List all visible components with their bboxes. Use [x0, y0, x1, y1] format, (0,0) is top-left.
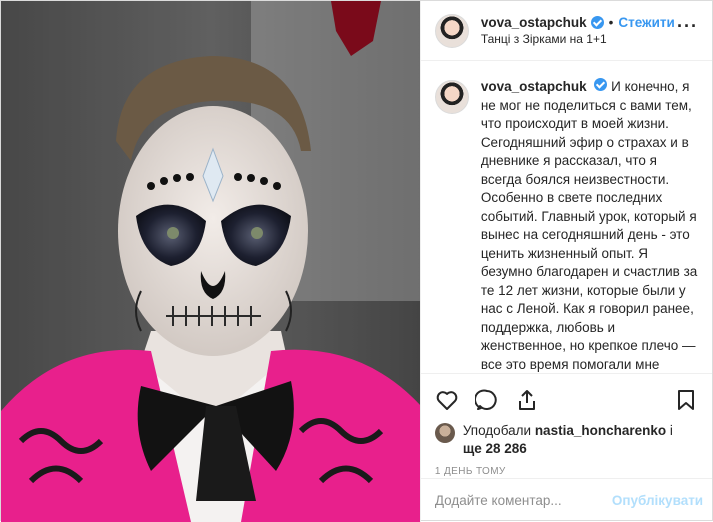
- post-header: vova_ostapchuk • Стежити Танці з Зірками…: [420, 1, 712, 61]
- separator-dot: •: [608, 14, 614, 30]
- caption-text: И конечно, я не мог не поделиться с вами…: [480, 79, 698, 372]
- post-photo[interactable]: [1, 1, 420, 522]
- author-avatar[interactable]: [434, 13, 469, 48]
- comment-input[interactable]: [434, 493, 612, 508]
- likes-count[interactable]: ще 28 286: [463, 441, 527, 456]
- likes-conj: і: [669, 423, 673, 438]
- caption-body: vova_ostapchuk И конечно, я не мог не по…: [481, 78, 698, 372]
- caption-username[interactable]: vova_ostapchuk: [481, 79, 587, 94]
- likes-summary: Уподобали nastia_honcharenko і ще 28 286: [434, 422, 698, 458]
- liker-avatar[interactable]: [434, 423, 455, 443]
- post-photo-image: [1, 1, 420, 522]
- caption-verified-badge-icon: [594, 78, 608, 91]
- post-actions: Уподобали nastia_honcharenko і ще 28 286…: [420, 373, 712, 478]
- follow-button[interactable]: Стежити: [618, 14, 674, 31]
- share-icon[interactable]: [515, 388, 539, 412]
- author-username[interactable]: vova_ostapchuk: [481, 14, 587, 31]
- comment-icon[interactable]: [474, 388, 499, 412]
- post-caption: vova_ostapchuk И конечно, я не мог не по…: [421, 62, 712, 372]
- author-line: vova_ostapchuk • Стежити: [481, 14, 675, 31]
- post-side-panel: vova_ostapchuk • Стежити Танці з Зірками…: [419, 1, 712, 522]
- post-location[interactable]: Танці з Зірками на 1+1: [481, 31, 675, 48]
- author-meta: vova_ostapchuk • Стежити Танці з Зірками…: [481, 14, 675, 48]
- bookmark-icon[interactable]: [674, 388, 698, 412]
- liker-username[interactable]: nastia_honcharenko: [535, 423, 666, 438]
- more-icon[interactable]: ···: [677, 17, 698, 35]
- likes-text: Уподобали nastia_honcharenko і ще 28 286: [463, 422, 673, 458]
- verified-badge-icon: [590, 15, 604, 29]
- post-timestamp[interactable]: 1 ДЕНЬ ТОМУ: [435, 466, 698, 477]
- comment-box: Опублікувати: [420, 478, 712, 522]
- instagram-post: vova_ostapchuk • Стежити Танці з Зірками…: [0, 0, 713, 522]
- likes-prefix: Уподобали: [462, 423, 532, 438]
- heart-icon[interactable]: [435, 388, 459, 412]
- publish-button[interactable]: Опублікувати: [612, 493, 703, 508]
- action-icons: [435, 382, 698, 418]
- caption-avatar[interactable]: [434, 80, 469, 114]
